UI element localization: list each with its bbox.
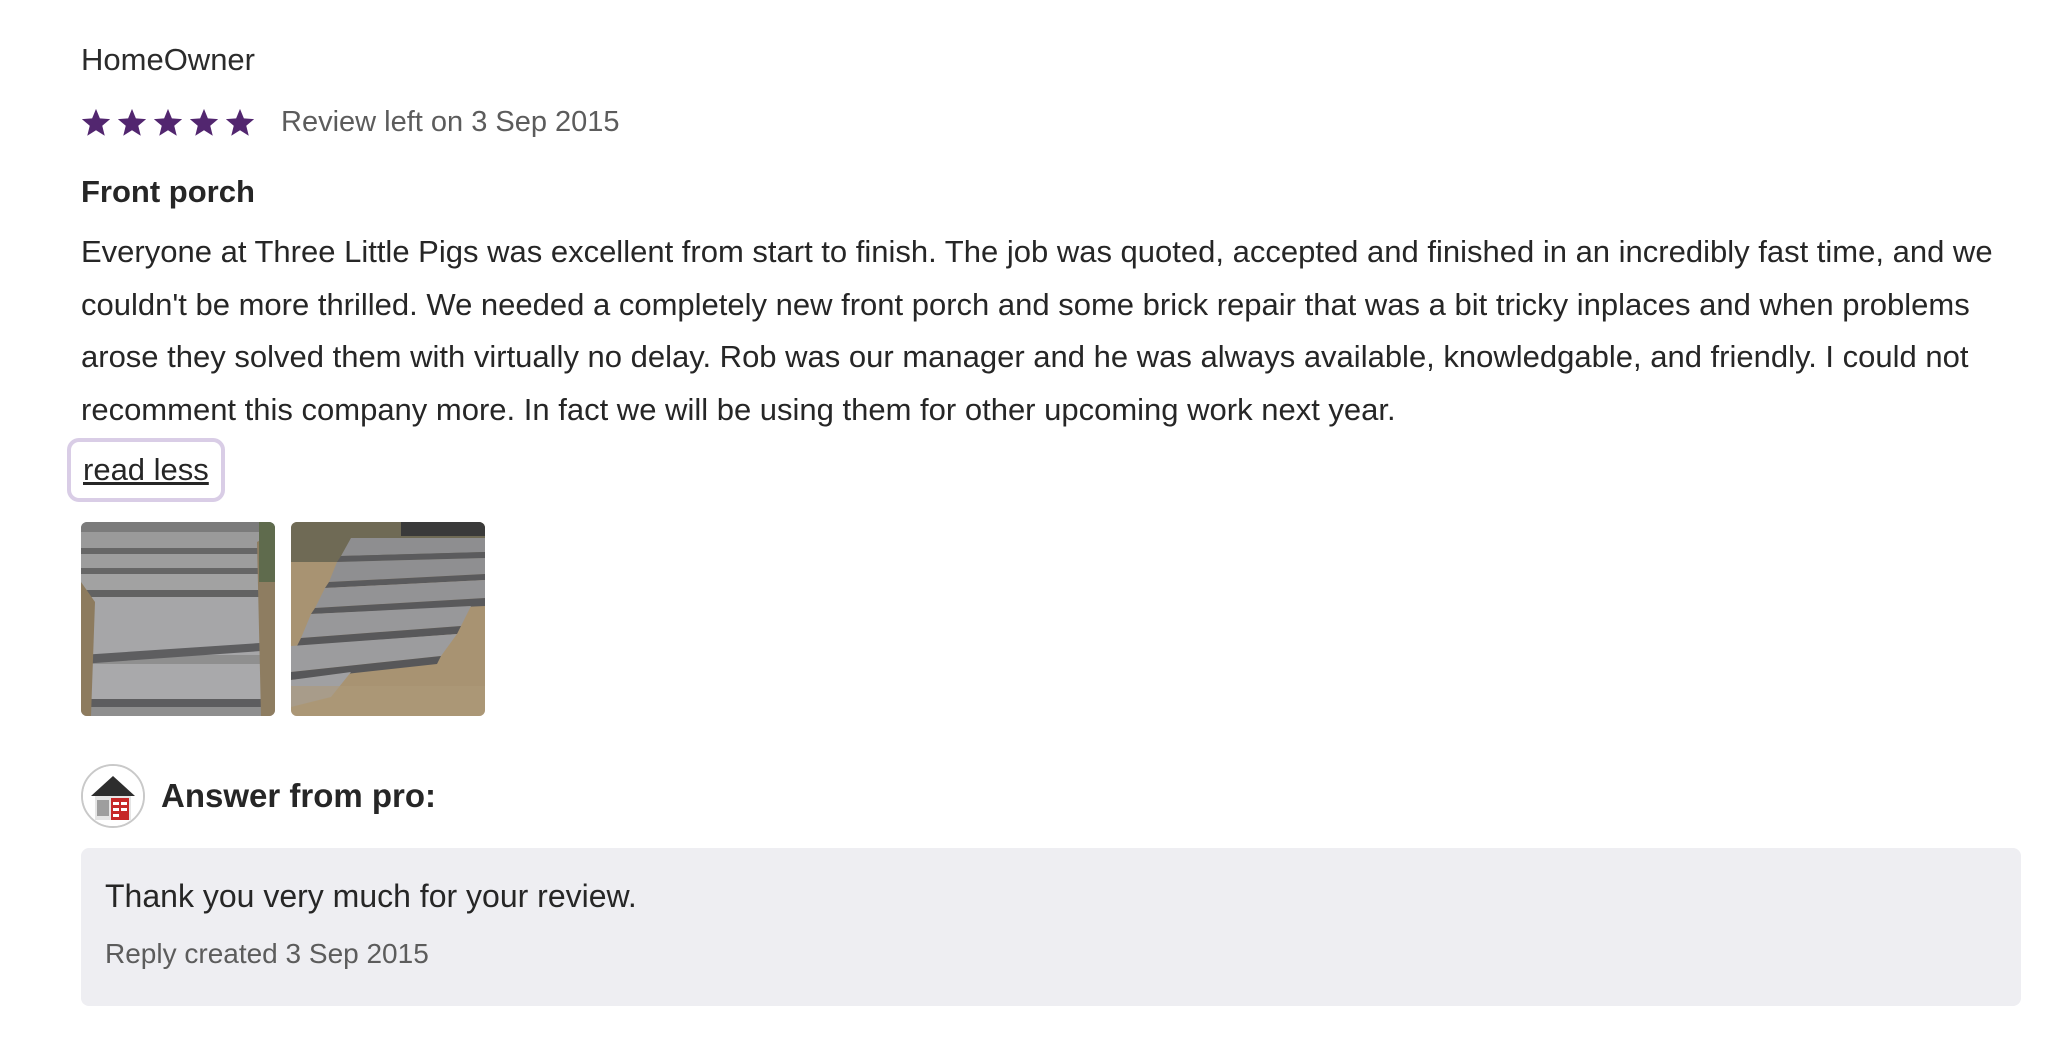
read-less-link[interactable]: read less (83, 452, 209, 487)
reply-date: Reply created 3 Sep 2015 (105, 938, 429, 970)
star-rating (81, 107, 255, 137)
pro-answer-text: Thank you very much for your review. (105, 878, 637, 915)
star-icon (81, 107, 111, 137)
star-icon (153, 107, 183, 137)
review-author: HomeOwner (81, 42, 255, 77)
star-icon (189, 107, 219, 137)
pro-answer-box: Thank you very much for your review. Rep… (81, 848, 2021, 1007)
review-title: Front porch (81, 174, 255, 209)
pro-logo-avatar (81, 764, 145, 829)
rating-row: Review left on 3 Sep 2015 (81, 102, 2021, 142)
star-icon (225, 107, 255, 137)
review-card: HomeOwner Review left on 3 Sep 2015 Fron… (67, 40, 2021, 1007)
review-photo-thumbnail[interactable] (291, 522, 485, 717)
review-photo-thumbnail[interactable] (81, 522, 275, 717)
review-date: Review left on 3 Sep 2015 (281, 105, 620, 138)
read-less-focus-ring: read less (67, 438, 225, 503)
review-photos (81, 522, 2021, 717)
pro-answer-header: Answer from pro: (81, 764, 2021, 829)
review-body: Everyone at Three Little Pigs was excell… (81, 234, 1993, 427)
star-icon (117, 107, 147, 137)
answer-from-pro-label: Answer from pro: (161, 777, 437, 815)
